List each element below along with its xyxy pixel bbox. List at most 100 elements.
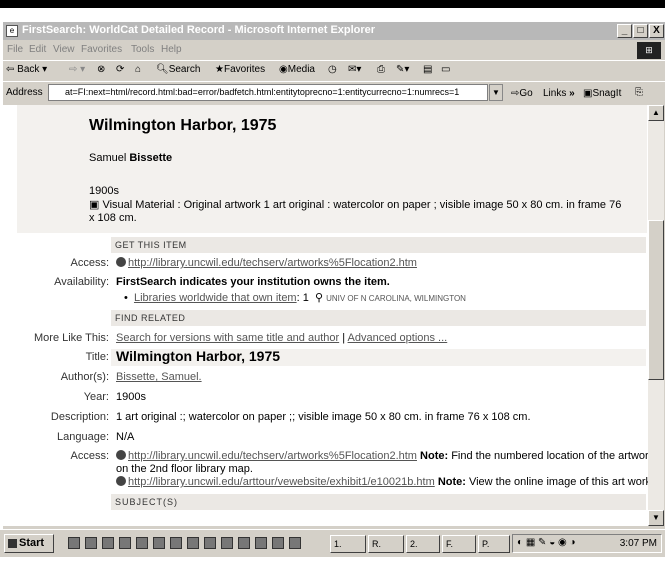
- author-link[interactable]: Bissette, Samuel.: [116, 371, 202, 383]
- same-title-author-link[interactable]: Search for versions with same title and …: [116, 332, 339, 344]
- quicklaunch-app-icon[interactable]: [119, 537, 131, 549]
- system-tray: ◐ ▦ ✎ ◒ ◉ ◑ 3:07 PM: [512, 534, 662, 553]
- language-value: N/A: [116, 431, 135, 443]
- quicklaunch-app-icon[interactable]: [204, 537, 216, 549]
- menu-help[interactable]: Help: [161, 44, 182, 55]
- messenger-icon[interactable]: ▭: [441, 64, 450, 75]
- task-button-1[interactable]: 1.: [330, 535, 366, 553]
- menu-favorites[interactable]: Favorites: [81, 44, 122, 55]
- address-dropdown-button[interactable]: ▼: [489, 84, 503, 101]
- favorites-label: Favorites: [223, 64, 266, 75]
- quicklaunch-app-icon[interactable]: [102, 537, 114, 549]
- task-button-p[interactable]: P.: [478, 535, 510, 553]
- menu-edit[interactable]: Edit: [29, 44, 46, 55]
- access2-label: Access:: [70, 450, 109, 462]
- section-get-item: Get This Item: [111, 237, 646, 253]
- globe-icon: [116, 257, 126, 267]
- search-label: Search: [168, 64, 201, 75]
- print-icon[interactable]: ⎙: [377, 64, 385, 75]
- library-icon: ⚲: [314, 292, 324, 304]
- history-icon[interactable]: ◷: [328, 64, 337, 75]
- media-label: Media: [287, 64, 315, 75]
- advanced-options-link[interactable]: Advanced options ...: [348, 332, 448, 344]
- taskbar: Start 1. R. 2. F. P. ◐ ▦ ✎ ◒ ◉ ◑ 3:07 PM: [0, 529, 665, 557]
- links-chevron-icon: »: [569, 88, 575, 99]
- search-button[interactable]: 🔍︎Search: [156, 64, 200, 75]
- menu-tools[interactable]: Tools: [131, 44, 154, 55]
- libraries-link[interactable]: Libraries worldwide that own item: [134, 292, 297, 304]
- address-label: Address: [6, 87, 43, 98]
- author-first-name: Samuel: [89, 152, 127, 164]
- home-icon[interactable]: ⌂: [135, 64, 141, 75]
- quicklaunch-desktop-icon[interactable]: [68, 537, 80, 549]
- minimize-button[interactable]: _: [617, 24, 632, 38]
- quicklaunch-app-icon[interactable]: [255, 537, 267, 549]
- quicklaunch-ie-icon[interactable]: [85, 537, 97, 549]
- maximize-button[interactable]: □: [633, 24, 648, 38]
- task-button-r[interactable]: R.: [368, 535, 404, 553]
- vertical-scrollbar[interactable]: ▲ ▼: [648, 105, 664, 526]
- libraries-count: : 1: [296, 292, 309, 304]
- snagit-capture-icon[interactable]: ⎘: [635, 87, 643, 98]
- scroll-thumb[interactable]: [648, 220, 664, 380]
- quicklaunch-word-icon[interactable]: [153, 537, 165, 549]
- author-last-name: Bissette: [129, 152, 173, 164]
- section-subjects: SUBJECT(S): [111, 494, 646, 510]
- tray-icons[interactable]: ◐ ▦ ✎ ◒ ◉ ◑: [517, 537, 576, 548]
- scroll-up-button[interactable]: ▲: [648, 105, 664, 121]
- go-label: Go: [519, 88, 533, 99]
- task-button-2[interactable]: 2.: [406, 535, 440, 553]
- edit-icon[interactable]: ✎▾: [396, 64, 409, 75]
- note-label: Note:: [437, 476, 466, 488]
- online-image-link[interactable]: http://library.uncwil.edu/arttour/vewebs…: [128, 476, 435, 488]
- task-button-f[interactable]: F.: [442, 535, 476, 553]
- quicklaunch-app-icon[interactable]: [221, 537, 233, 549]
- discuss-icon[interactable]: ▤: [423, 64, 432, 75]
- close-button[interactable]: X: [649, 24, 664, 38]
- menu-view[interactable]: View: [53, 44, 75, 55]
- back-button[interactable]: ⇦ Back ▾: [6, 64, 47, 75]
- globe-icon: [116, 476, 126, 486]
- quicklaunch-app-icon[interactable]: [289, 537, 301, 549]
- ie-app-icon: e: [6, 25, 18, 37]
- record-title: Wilmington Harbor, 1975: [89, 117, 277, 134]
- clock[interactable]: 3:07 PM: [620, 538, 657, 549]
- forward-button[interactable]: ⇨ ▾: [69, 64, 85, 75]
- more-like-label: More Like This:: [34, 332, 109, 344]
- location-map-link[interactable]: http://library.uncwil.edu/techserv/artwo…: [128, 450, 417, 462]
- record-author: Samuel Bissette: [89, 152, 172, 164]
- links-label: Links: [543, 88, 567, 99]
- top-black-band: [0, 0, 665, 8]
- start-button[interactable]: Start: [4, 534, 54, 553]
- media-button[interactable]: ◉Media: [279, 64, 315, 75]
- quicklaunch-app-icon[interactable]: [272, 537, 284, 549]
- window-title: FirstSearch: WorldCat Detailed Record - …: [22, 24, 376, 36]
- access-link[interactable]: http://library.uncwil.edu/techserv/artwo…: [128, 257, 417, 269]
- quicklaunch-app-icon[interactable]: [187, 537, 199, 549]
- favorites-button[interactable]: ★Favorites: [215, 64, 265, 75]
- authors-label: Author(s):: [60, 371, 109, 383]
- year-label: Year:: [83, 391, 109, 403]
- address-input[interactable]: at=FI:next=html/record.html:bad=error/ba…: [48, 84, 488, 101]
- quicklaunch-app-icon[interactable]: [238, 537, 250, 549]
- snagit-button[interactable]: ▣SnagIt: [583, 88, 621, 99]
- quicklaunch-app-icon[interactable]: [136, 537, 148, 549]
- mail-icon[interactable]: ✉▾: [348, 64, 361, 75]
- links-button[interactable]: Links »: [543, 88, 575, 99]
- globe-icon: [116, 450, 126, 460]
- go-button[interactable]: ⇨Go: [511, 88, 533, 99]
- menu-file[interactable]: File: [7, 44, 23, 55]
- page-viewport: Wilmington Harbor, 1975 Samuel Bissette …: [3, 105, 648, 526]
- record-format: ▣ Visual Material : Original artwork 1 a…: [89, 199, 629, 225]
- access2-value1: http://library.uncwil.edu/techserv/artwo…: [116, 450, 648, 462]
- more-like-value: Search for versions with same title and …: [116, 332, 447, 344]
- scroll-down-button[interactable]: ▼: [648, 510, 664, 526]
- format-text: Visual Material : Original artwork 1 art…: [89, 199, 622, 224]
- refresh-icon[interactable]: ⟳: [116, 64, 124, 75]
- record-year: 1900s: [89, 185, 119, 197]
- stop-icon[interactable]: ⊗: [97, 64, 105, 75]
- quicklaunch-app-icon[interactable]: [170, 537, 182, 549]
- section-find-related: Find Related: [111, 310, 646, 326]
- standard-toolbar: ⇦ Back ▾ ⇨ ▾ ⊗ ⟳ ⌂ 🔍︎Search ★Favorites ◉…: [3, 60, 665, 81]
- access2-value2: http://library.uncwil.edu/arttour/vewebs…: [116, 476, 648, 488]
